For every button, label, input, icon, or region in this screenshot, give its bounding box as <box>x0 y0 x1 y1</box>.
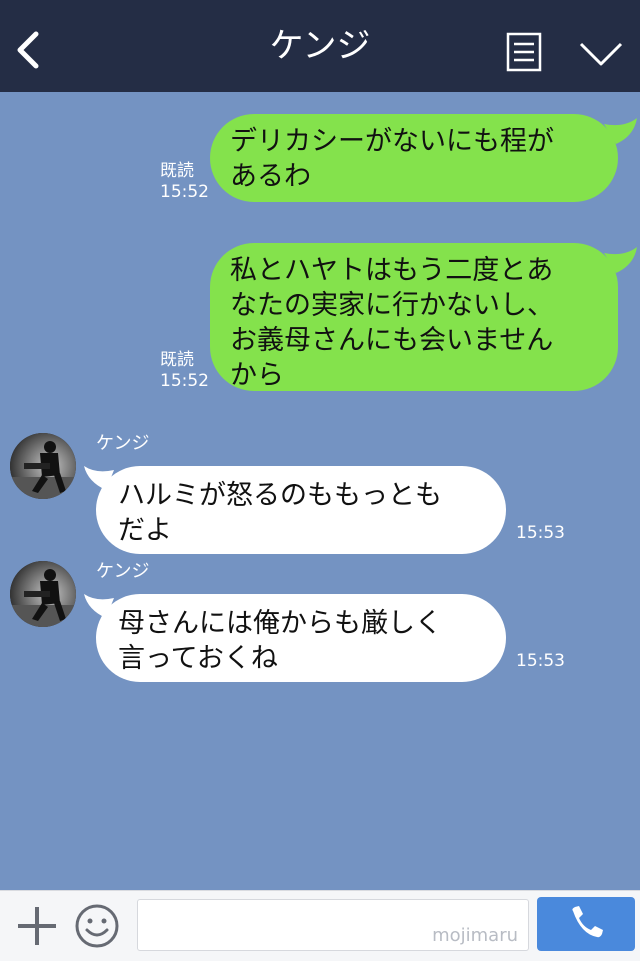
sender-name: ケンジ <box>96 433 150 454</box>
call-button[interactable] <box>537 897 635 951</box>
plus-icon <box>18 907 56 945</box>
message-meta: 既読 15:52 <box>160 350 209 392</box>
message-time: 15:52 <box>160 182 209 202</box>
back-arrow-icon <box>17 31 39 69</box>
read-receipt: 既読 <box>160 350 194 370</box>
sender-avatar[interactable] <box>10 433 76 499</box>
bubble-tail <box>604 118 637 144</box>
phone-icon <box>572 906 603 938</box>
message-meta: 既読 15:52 <box>160 161 209 203</box>
message-input[interactable]: mojimaru <box>137 899 529 951</box>
back-button[interactable] <box>12 30 48 70</box>
incoming-message-bubble[interactable]: 母さんには俺からも厳しく 言っておくね <box>96 594 506 682</box>
incoming-message-bubble[interactable]: ハルミが怒るのももっとも だよ <box>96 466 506 554</box>
emoji-icon <box>75 904 119 948</box>
chevron-down-icon <box>579 42 623 66</box>
avatar-photo <box>10 433 76 499</box>
message-list[interactable]: 既読 15:52 デリカシーがないにも程が あるわ 既読 15:52 私とハヤト… <box>0 92 640 890</box>
outgoing-message-bubble[interactable]: 私とハヤトはもう二度とあ なたの実家に行かないし、 お義母さんにも会いません か… <box>210 243 618 391</box>
emoji-button[interactable] <box>74 903 120 949</box>
add-attachment-button[interactable] <box>16 905 58 947</box>
bubble-tail <box>604 247 637 273</box>
menu-toggle-button[interactable] <box>578 40 624 68</box>
watermark-text: mojimaru <box>432 925 518 946</box>
sender-avatar[interactable] <box>10 561 76 627</box>
input-bar: mojimaru <box>0 890 640 961</box>
message-time: 15:52 <box>160 371 209 391</box>
note-icon <box>506 32 542 72</box>
read-receipt: 既読 <box>160 161 194 181</box>
chat-header: ケンジ <box>0 0 640 92</box>
chat-title: ケンジ <box>269 26 371 66</box>
note-button[interactable] <box>506 32 542 72</box>
message-time: 15:53 <box>516 523 565 543</box>
sender-name: ケンジ <box>96 561 150 582</box>
avatar-photo <box>10 561 76 627</box>
message-time: 15:53 <box>516 651 565 671</box>
outgoing-message-bubble[interactable]: デリカシーがないにも程が あるわ <box>210 114 618 202</box>
